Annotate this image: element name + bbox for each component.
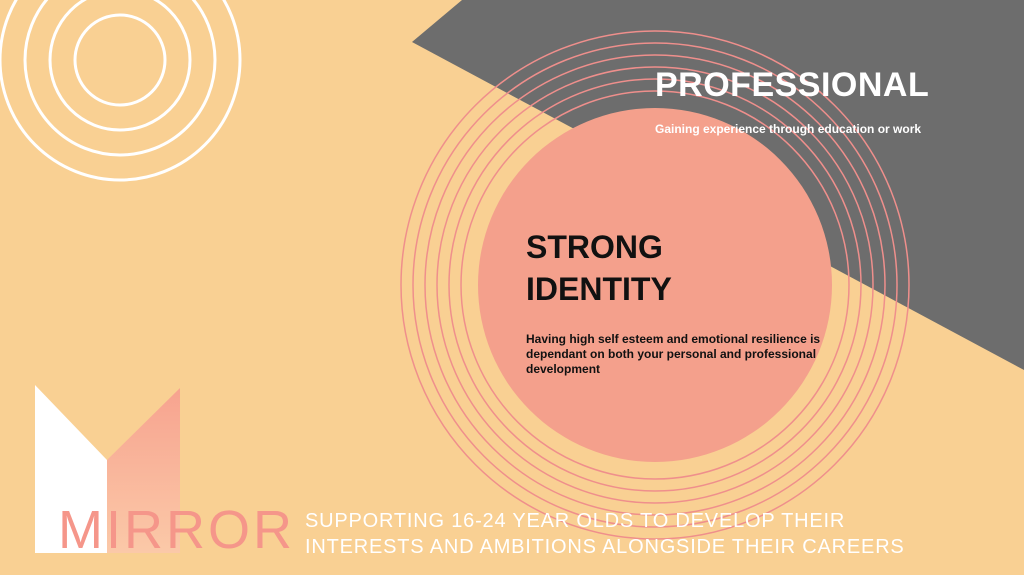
- brand-wordmark: MIRROR: [58, 500, 295, 560]
- professional-title: PROFESSIONAL: [655, 66, 930, 104]
- identity-title: STRONG IDENTITY: [526, 229, 672, 307]
- brand-tagline: SUPPORTING 16-24 YEAR OLDS TO DEVELOP TH…: [305, 508, 905, 560]
- professional-subtitle: Gaining experience through education or …: [655, 122, 922, 136]
- tagline-line-1: SUPPORTING 16-24 YEAR OLDS TO DEVELOP TH…: [305, 510, 846, 532]
- white-arcs-decoration: [0, 0, 242, 182]
- tagline-line-2: INTERESTS AND AMBITIONS ALONGSIDE THEIR …: [305, 536, 905, 558]
- identity-body: Having high self esteem and emotional re…: [526, 332, 821, 376]
- slide: PROFESSIONAL Gaining experience through …: [0, 0, 1024, 575]
